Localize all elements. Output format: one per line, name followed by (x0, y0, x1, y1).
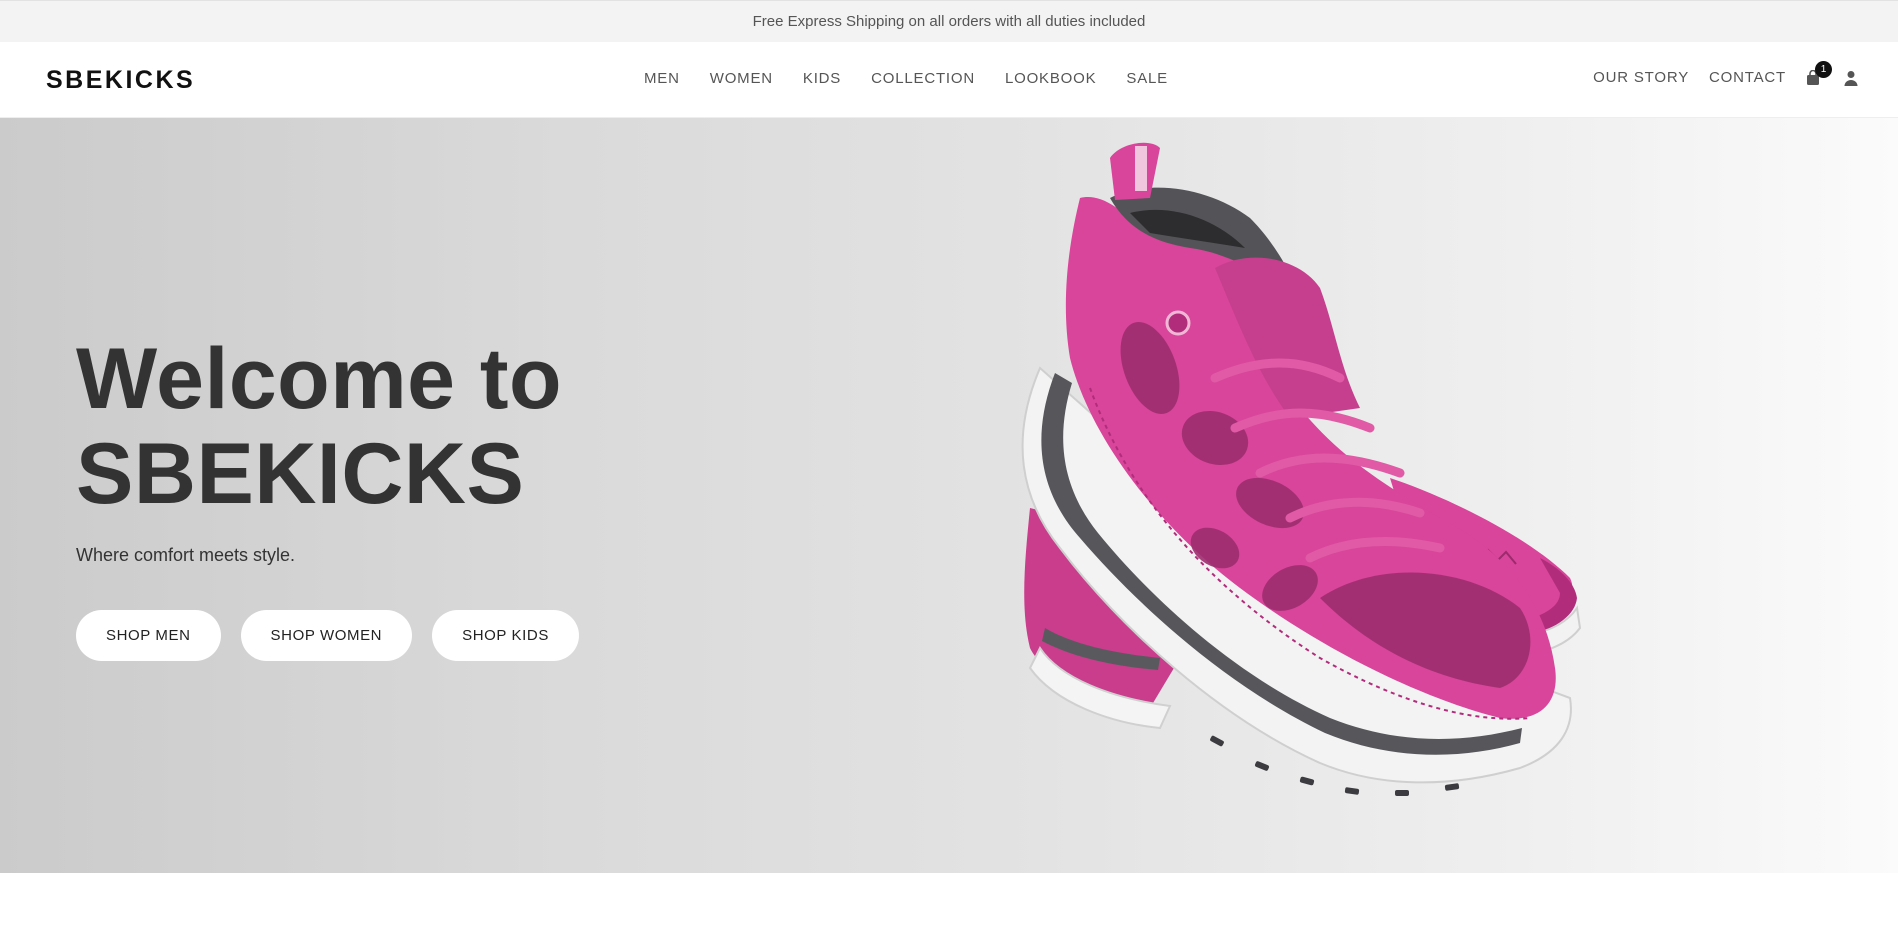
user-icon (1844, 70, 1858, 86)
hero-title-line2: SBEKICKS (76, 426, 525, 522)
hero-banner: Welcome to SBEKICKS Where comfort meets … (0, 118, 1898, 873)
page-below-fold (0, 873, 1898, 941)
nav-our-story[interactable]: OUR STORY (1593, 69, 1689, 86)
announcement-text: Free Express Shipping on all orders with… (752, 13, 1146, 30)
shop-women-button[interactable]: SHOP WOMEN (240, 610, 413, 661)
main-nav: MEN WOMEN KIDS COLLECTION LOOKBOOK SALE (644, 70, 1168, 87)
nav-lookbook[interactable]: LOOKBOOK (1005, 70, 1096, 87)
hero-title: Welcome to SBEKICKS (76, 332, 776, 522)
logo[interactable]: SBEKICKS (46, 66, 195, 95)
utility-nav: OUR STORY CONTACT 1 (1593, 60, 1858, 86)
hero-subtitle: Where comfort meets style. (76, 545, 296, 565)
announcement-bar: Free Express Shipping on all orders with… (0, 0, 1898, 42)
hero-title-line1: Welcome to (76, 331, 563, 427)
cart-button[interactable]: 1 (1806, 60, 1832, 86)
nav-collection[interactable]: COLLECTION (871, 70, 975, 87)
nav-contact[interactable]: CONTACT (1709, 69, 1786, 86)
account-button[interactable] (1844, 70, 1858, 86)
nav-men[interactable]: MEN (644, 70, 680, 87)
nav-kids[interactable]: KIDS (803, 70, 841, 87)
nav-sale[interactable]: SALE (1126, 70, 1168, 87)
nav-women[interactable]: WOMEN (710, 70, 773, 87)
site-header: SBEKICKS MEN WOMEN KIDS COLLECTION LOOKB… (0, 42, 1898, 118)
shop-kids-button[interactable]: SHOP KIDS (432, 610, 579, 661)
hero-cta-group: SHOP MEN SHOP WOMEN SHOP KIDS (76, 610, 579, 661)
shop-men-button[interactable]: SHOP MEN (76, 610, 221, 661)
pink-sneakers-image (1021, 142, 1582, 796)
cart-count-badge: 1 (1815, 60, 1832, 78)
